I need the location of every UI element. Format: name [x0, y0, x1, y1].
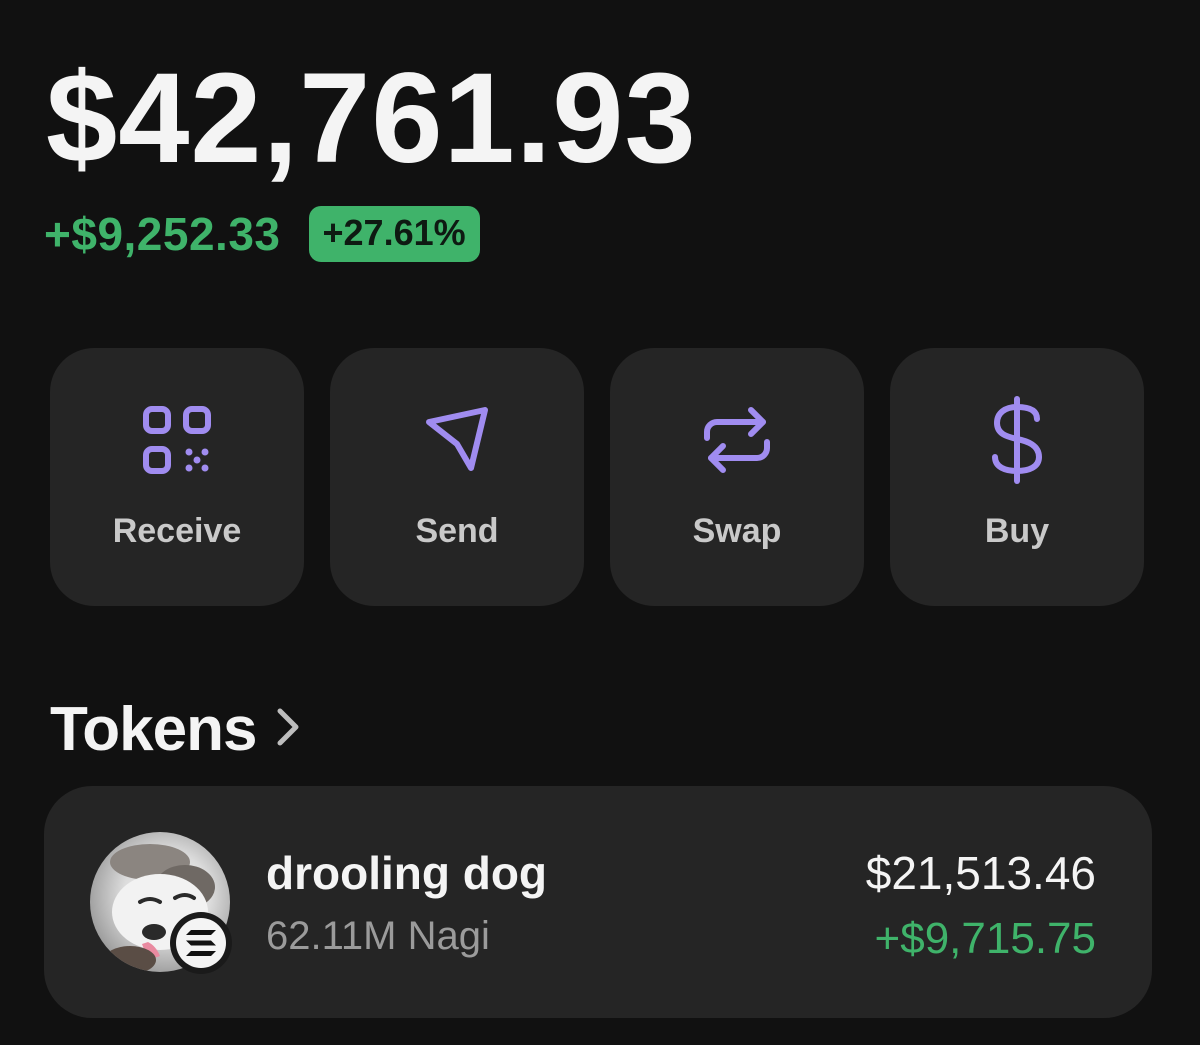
tokens-section-header[interactable]: Tokens: [50, 694, 300, 765]
token-change: +$9,715.75: [874, 914, 1096, 963]
balance-change-percent-badge: +27.61%: [308, 206, 480, 262]
receive-button[interactable]: Receive: [50, 348, 304, 606]
receive-label: Receive: [112, 512, 242, 550]
action-buttons: Receive Send Swap Buy: [50, 348, 1144, 606]
swap-icon: [699, 402, 775, 478]
solana-icon: [170, 912, 232, 974]
send-button[interactable]: Send: [330, 348, 584, 606]
total-balance: $42,761.93: [46, 47, 697, 190]
balance-change-row: +$9,252.33 +27.61%: [44, 206, 480, 262]
token-value: $21,513.46: [865, 847, 1096, 899]
swap-label: Swap: [692, 512, 782, 550]
send-label: Send: [415, 512, 499, 550]
buy-label: Buy: [984, 512, 1050, 550]
token-name: drooling dog: [266, 847, 548, 899]
token-quantity: 62.11M Nagi: [266, 914, 490, 958]
qr-code-icon: [139, 402, 215, 478]
token-row[interactable]: drooling dog 62.11M Nagi $21,513.46 +$9,…: [44, 786, 1152, 1018]
balance-change-amount: +$9,252.33: [44, 208, 281, 260]
chevron-right-icon: [276, 707, 300, 752]
swap-button[interactable]: Swap: [610, 348, 864, 606]
dollar-icon: [979, 396, 1055, 484]
tokens-title: Tokens: [50, 695, 257, 764]
send-icon: [419, 402, 495, 478]
buy-button[interactable]: Buy: [890, 348, 1144, 606]
